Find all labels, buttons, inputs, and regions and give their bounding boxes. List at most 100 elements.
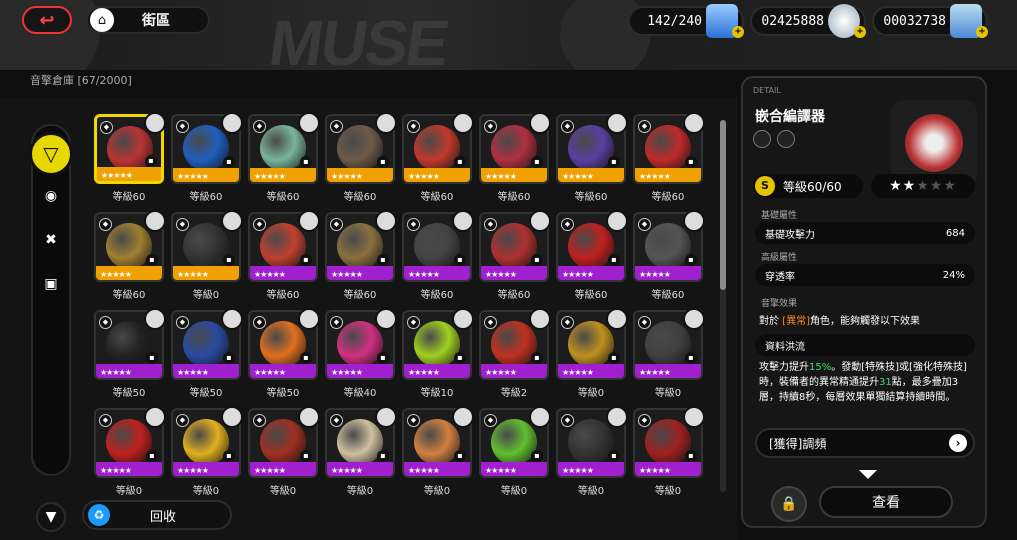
grid-scrollbar[interactable] — [720, 120, 726, 492]
w-engine-card[interactable]: ◆ ★★★★★ ▪ 等級0 — [171, 406, 243, 497]
w-engine-card[interactable]: ◆ ★★★★★ ▪ 等級60 — [94, 210, 166, 301]
star-rating: ★★★★★ — [254, 172, 286, 181]
effect-pre: 對於 — [759, 316, 783, 327]
agent-portrait-icon — [298, 406, 320, 428]
w-engine-tab[interactable]: ▽ — [29, 132, 73, 176]
w-engine-card[interactable]: ◆ ★★★★★ ▪ 等級60 — [94, 112, 166, 203]
w-engine-card[interactable]: ◆ ★★★★★ ▪ 等級60 — [633, 210, 705, 301]
drive-disc-tab[interactable]: ◉ — [37, 182, 65, 210]
w-engine-card[interactable]: ◆ ★★★★★ ▪ 等級0 — [556, 406, 628, 497]
specialty-icon: ◆ — [484, 316, 497, 329]
lock-icon: 🔒 — [780, 496, 798, 512]
w-engine-card[interactable]: ◆ ★★★★★ ▪ 等級60 — [402, 112, 474, 203]
w-engine-card[interactable]: ◆ ★★★★★ ▪ 等級60 — [556, 112, 628, 203]
w-engine-card[interactable]: ◆ ★★★★★ ▪ 等級50 — [248, 308, 320, 399]
w-engine-card[interactable]: ◆ ★★★★★ ▪ 等級60 — [325, 112, 397, 203]
w-engine-card[interactable]: ◆ ★★★★★ ▪ 等級40 — [325, 308, 397, 399]
scroll-thumb[interactable] — [720, 120, 726, 290]
star-rating: ★★★★★ — [562, 172, 594, 181]
star-rating: ★★★★★ — [408, 368, 440, 377]
w-engine-card[interactable]: ◆ ★★★★★ ▪ 等級0 — [479, 406, 551, 497]
lock-icon: ▪ — [531, 352, 543, 364]
specialty-icon: ◆ — [561, 218, 574, 231]
w-engine-card[interactable]: ◆ ★★★★★ ▪ 等級50 — [171, 308, 243, 399]
w-engine-card[interactable]: ◆ ★★★★★ ▪ 等級60 — [633, 112, 705, 203]
filter-button[interactable]: ▼ — [36, 502, 66, 532]
home-button[interactable]: ⌂ 街區 — [86, 6, 210, 34]
lock-icon: ▪ — [685, 450, 697, 462]
card-level: 等級0 — [654, 486, 682, 497]
battery-plus-icon[interactable]: + — [732, 26, 744, 38]
agent-portrait-icon — [452, 112, 474, 134]
lock-icon: ▪ — [377, 450, 389, 462]
specialty-icon: ◆ — [407, 218, 420, 231]
w-engine-card[interactable]: ◆ ★★★★★ ▪ 等級0 — [171, 210, 243, 301]
lock-icon: ▪ — [300, 254, 312, 266]
lock-icon: ▪ — [223, 156, 235, 168]
ticket-counter[interactable]: 00032738 + — [872, 4, 988, 38]
star-rating: ★★★★★ — [254, 368, 286, 377]
w-engine-card[interactable]: ◆ ★★★★★ ▪ 等級60 — [479, 112, 551, 203]
w-engine-card[interactable]: ◆ ★★★★★ ▪ 等級0 — [94, 406, 166, 497]
star-rating: ★★★★★ — [177, 466, 209, 475]
safe-tab[interactable]: ▣ — [37, 270, 65, 298]
skill-name-row: 資料洪流 — [755, 334, 975, 356]
lock-icon: ▪ — [377, 352, 389, 364]
dennies-counter[interactable]: 02425888 + — [750, 4, 866, 38]
w-engine-card[interactable]: ◆ ★★★★★ ▪ 等級2 — [479, 308, 551, 399]
chevron-right-icon: › — [949, 434, 967, 452]
w-engine-card[interactable]: ◆ ★★★★★ ▪ 等級0 — [248, 406, 320, 497]
category-sidebar: ▽ ◉ ✖ ▣ — [29, 124, 73, 476]
w-engine-card[interactable]: ◆ ★★★★★ ▪ 等級0 — [402, 406, 474, 497]
obtain-button[interactable]: [獲得]調頻 › — [755, 428, 975, 458]
w-engine-card[interactable]: ◆ ★★★★★ ▪ 等級60 — [248, 210, 320, 301]
star-rating: ★★★★★ — [639, 466, 671, 475]
lock-icon: ▪ — [300, 156, 312, 168]
w-engine-card[interactable]: ◆ ★★★★★ ▪ 等級60 — [171, 112, 243, 203]
agent-portrait-icon — [529, 406, 551, 428]
skill-desc-num: 31 — [879, 377, 892, 388]
agent-portrait-icon — [221, 210, 243, 232]
battery-counter[interactable]: 142/240 + — [628, 4, 744, 38]
w-engine-card[interactable]: ◆ ★★★★★ ▪ 等級60 — [479, 210, 551, 301]
w-engine-art — [414, 321, 460, 367]
w-engine-card[interactable]: ◆ ★★★★★ ▪ 等級0 — [325, 406, 397, 497]
base-stat-row: 基礎攻擊力 684 — [755, 222, 975, 244]
w-engine-card[interactable]: ◆ ★★★★★ ▪ 等級60 — [325, 210, 397, 301]
w-engine-card[interactable]: ◆ ★★★★★ ▪ 等級0 — [633, 308, 705, 399]
skill-name: 資料洪流 — [765, 341, 805, 353]
home-icon: ⌂ — [90, 8, 114, 32]
lock-icon: ▪ — [454, 254, 466, 266]
agent-portrait-icon — [606, 112, 628, 134]
w-engine-card[interactable]: ◆ ★★★★★ ▪ 等級60 — [248, 112, 320, 203]
recycle-button[interactable]: ♻ 回收 — [82, 500, 232, 530]
ticket-plus-icon[interactable]: + — [976, 26, 988, 38]
agent-portrait-icon — [144, 406, 166, 428]
specialty-icon: ◆ — [561, 316, 574, 329]
w-engine-card[interactable]: ◆ ★★★★★ ▪ 等級60 — [556, 210, 628, 301]
w-engine-card[interactable]: ◆ ★★★★★ ▪ 等級0 — [556, 308, 628, 399]
agent-portrait-icon — [606, 308, 628, 330]
w-engine-card[interactable]: ◆ ★★★★★ ▪ 等級60 — [402, 210, 474, 301]
agent-portrait-icon — [375, 308, 397, 330]
star-rating: ★★★★★ — [331, 466, 363, 475]
obtain-label: [獲得]調頻 — [769, 436, 827, 451]
agent-portrait-icon — [529, 308, 551, 330]
view-button[interactable]: 查看 — [819, 486, 953, 518]
w-engine-art — [491, 223, 537, 269]
w-engine-card[interactable]: ◆ ★★★★★ ▪ 等級10 — [402, 308, 474, 399]
back-button[interactable]: ↩ — [22, 6, 72, 34]
bangboo-tab[interactable]: ✖ — [37, 226, 65, 254]
star-rating: ★★★★★ — [562, 466, 594, 475]
w-engine-card[interactable]: ◆ ★★★★★ ▪ 等級50 — [94, 308, 166, 399]
star-rating: ★★★★★ — [100, 466, 132, 475]
specialty-icon — [753, 130, 771, 148]
dennies-plus-icon[interactable]: + — [854, 26, 866, 38]
inventory-title: 音擎倉庫 [67/2000] — [30, 74, 132, 87]
agent-portrait-icon — [529, 210, 551, 232]
filter-icon: ▼ — [45, 509, 57, 525]
w-engine-art — [568, 419, 614, 465]
w-engine-card[interactable]: ◆ ★★★★★ ▪ 等級0 — [633, 406, 705, 497]
expand-arrow-icon[interactable] — [859, 470, 877, 479]
lock-button[interactable]: 🔒 — [771, 486, 807, 522]
